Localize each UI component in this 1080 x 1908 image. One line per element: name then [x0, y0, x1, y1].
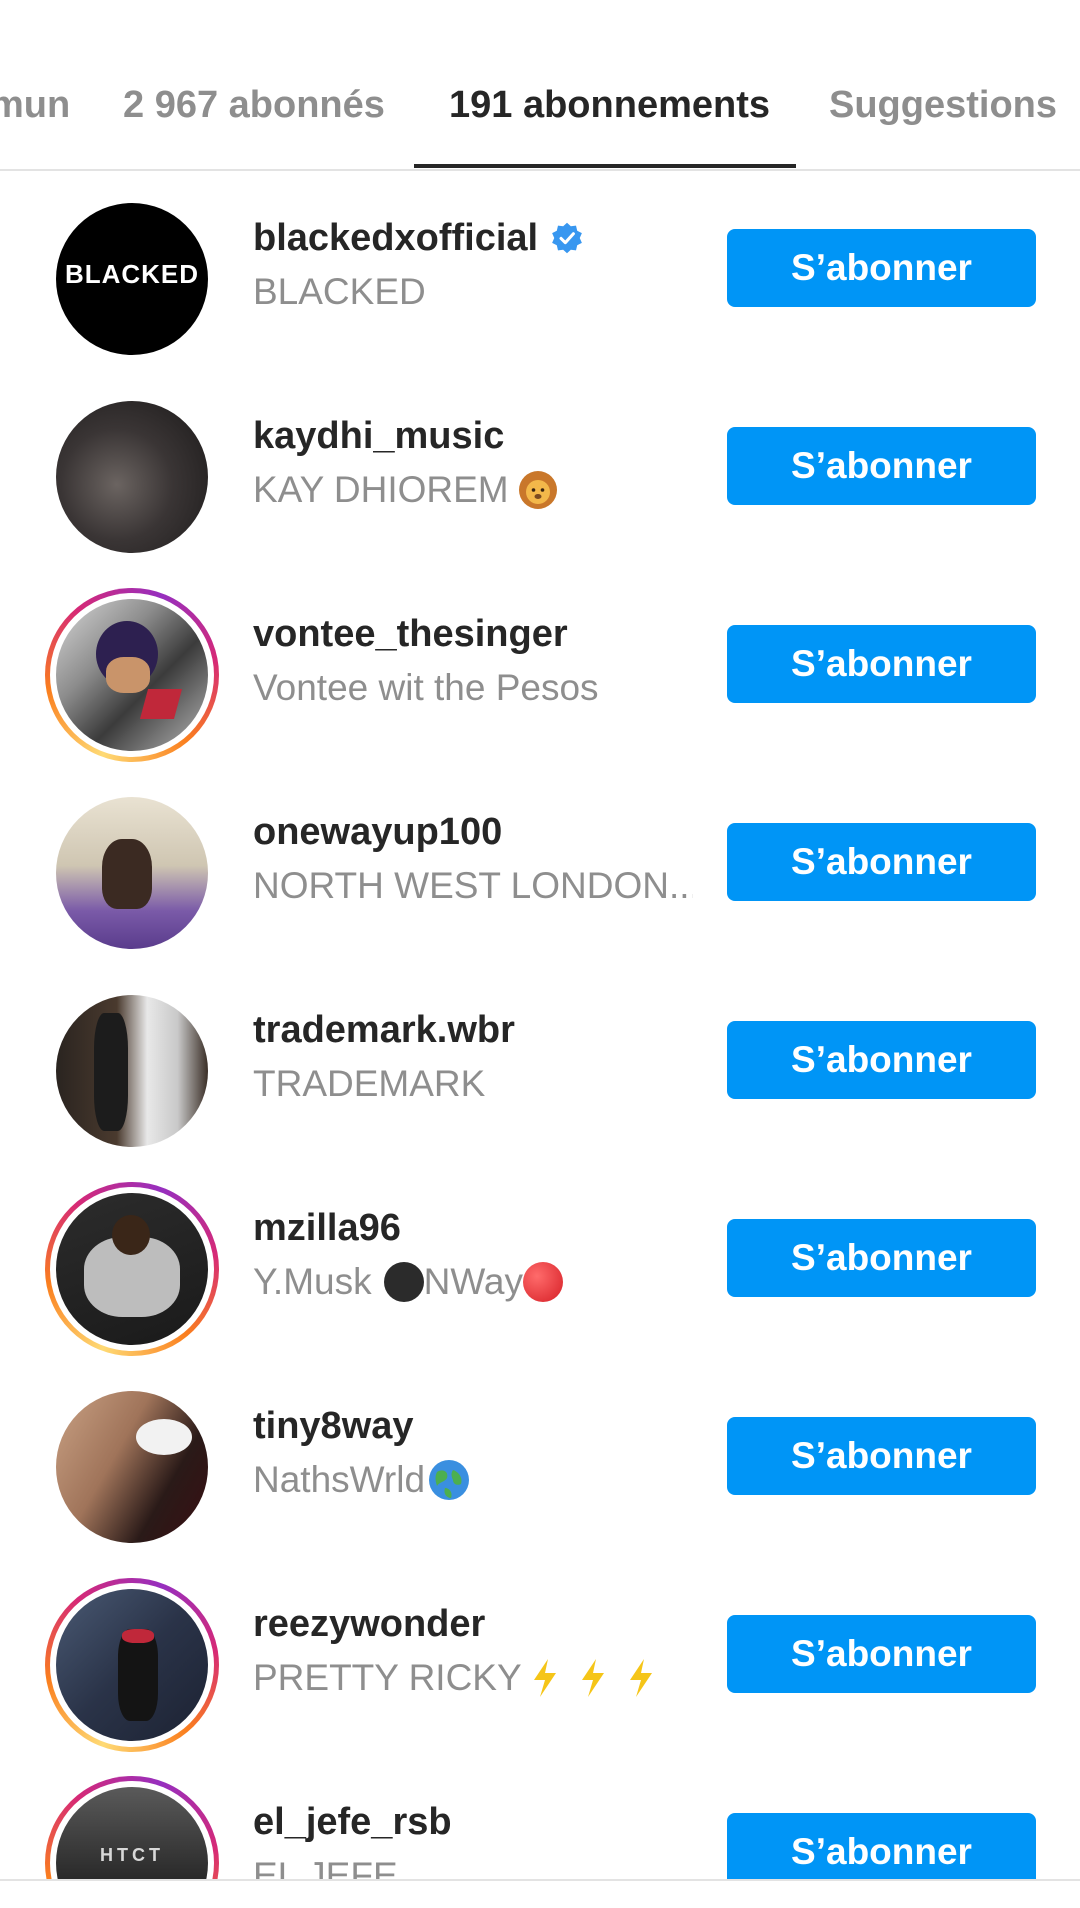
tab-mutual[interactable]: mun	[0, 82, 70, 128]
username[interactable]: kaydhi_music	[253, 413, 504, 459]
following-list: BLACKED blackedxofficial BLACKED S’abonn…	[0, 171, 1080, 1879]
avatar-image	[56, 1193, 208, 1345]
follow-button[interactable]: S’abonner	[727, 229, 1036, 307]
avatar-image	[56, 599, 208, 751]
lightning-emojis-icon	[533, 1659, 652, 1697]
full-name: Y.Musk	[253, 1261, 372, 1302]
follow-button[interactable]: S’abonner	[727, 1813, 1036, 1879]
list-item[interactable]: kaydhi_music KAY DHIOREM S’abonner	[0, 369, 1080, 567]
avatar-image	[56, 1391, 208, 1543]
tab-followers[interactable]: 2 967 abonnés	[123, 82, 385, 128]
avatar-with-story-ring[interactable]	[45, 1182, 219, 1356]
lion-emoji-icon	[518, 471, 557, 509]
avatar-accent	[139, 689, 183, 719]
active-tab-indicator	[414, 164, 796, 168]
username[interactable]: reezywonder	[253, 1601, 485, 1647]
full-name-line: PRETTY RICKY	[253, 1655, 668, 1701]
avatar-with-story-ring[interactable]: HTCT	[45, 1776, 219, 1879]
follow-button[interactable]: S’abonner	[727, 1219, 1036, 1297]
follow-button[interactable]: S’abonner	[727, 1615, 1036, 1693]
follow-button[interactable]: S’abonner	[727, 823, 1036, 901]
username[interactable]: mzilla96	[253, 1205, 401, 1251]
full-name: EL JEFE	[253, 1855, 398, 1879]
full-name: NORTH WEST LONDON...	[253, 865, 693, 906]
full-name: NathsWrld	[253, 1459, 426, 1500]
tab-suggestions[interactable]: Suggestions	[829, 82, 1057, 128]
tabs-bar: mun 2 967 abonnés 191 abonnements Sugges…	[0, 0, 1080, 171]
avatar[interactable]	[45, 390, 219, 564]
full-name: BLACKED	[253, 271, 426, 312]
username[interactable]: tiny8way	[253, 1403, 414, 1449]
username-line[interactable]: tiny8way	[253, 1403, 414, 1449]
avatar[interactable]: BLACKED	[45, 192, 219, 366]
avatar-logo-text: HTCT	[100, 1845, 164, 1865]
full-name: KAY DHIOREM	[253, 469, 509, 510]
avatar-figure	[94, 1013, 128, 1131]
list-item[interactable]: vontee_thesinger Vontee wit the Pesos S’…	[0, 567, 1080, 765]
username[interactable]: vontee_thesinger	[253, 611, 568, 657]
avatar-image	[56, 995, 208, 1147]
username-line[interactable]: onewayup100	[253, 809, 502, 855]
avatar[interactable]	[45, 1380, 219, 1554]
follow-button[interactable]: S’abonner	[727, 1021, 1036, 1099]
avatar-logo-text: BLACKED	[64, 259, 200, 289]
list-item[interactable]: BLACKED blackedxofficial BLACKED S’abonn…	[0, 171, 1080, 369]
full-name: PRETTY RICKY	[253, 1657, 522, 1698]
avatar-image	[56, 1589, 208, 1741]
globe-emoji-icon	[429, 1460, 470, 1500]
follow-button[interactable]: S’abonner	[727, 625, 1036, 703]
red-circle-emoji-icon	[522, 1262, 563, 1302]
avatar[interactable]	[45, 984, 219, 1158]
full-name-line: Y.Musk NWay	[253, 1259, 563, 1305]
full-name-line: KAY DHIOREM	[253, 467, 559, 513]
avatar-face	[112, 1215, 150, 1255]
list-item[interactable]: trademark.wbr TRADEMARK S’abonner	[0, 963, 1080, 1161]
list-item[interactable]: reezywonder PRETTY RICKY S’abonner	[0, 1557, 1080, 1755]
username-line[interactable]: blackedxofficial	[253, 215, 584, 261]
follow-button[interactable]: S’abonner	[727, 427, 1036, 505]
username[interactable]: el_jefe_rsb	[253, 1799, 452, 1845]
avatar-face	[106, 657, 150, 693]
full-name-part: NWay	[423, 1261, 523, 1302]
avatar-image	[56, 401, 208, 553]
username[interactable]: blackedxofficial	[253, 215, 538, 261]
full-name-line: NathsWrld	[253, 1457, 471, 1503]
follow-button[interactable]: S’abonner	[727, 1417, 1036, 1495]
avatar-figure	[102, 839, 152, 909]
username-line[interactable]: mzilla96	[253, 1205, 401, 1251]
username-line[interactable]: reezywonder	[253, 1601, 485, 1647]
black-circle-emoji-icon	[383, 1262, 424, 1302]
avatar-image	[56, 797, 208, 949]
verified-badge-icon	[552, 222, 582, 254]
full-name: TRADEMARK	[253, 1063, 486, 1104]
username-line[interactable]: kaydhi_music	[253, 413, 504, 459]
avatar[interactable]	[45, 786, 219, 960]
bottom-edge	[0, 1879, 1080, 1908]
list-item[interactable]: HTCT el_jefe_rsb EL JEFE S’abonner	[0, 1755, 1080, 1879]
avatar-image: BLACKED	[56, 203, 208, 355]
tab-following[interactable]: 191 abonnements	[449, 82, 770, 128]
username[interactable]: trademark.wbr	[253, 1007, 515, 1053]
username[interactable]: onewayup100	[253, 809, 502, 855]
username-line[interactable]: trademark.wbr	[253, 1007, 515, 1053]
avatar-hat	[122, 1629, 154, 1643]
avatar-with-story-ring[interactable]	[45, 1578, 219, 1752]
list-item[interactable]: tiny8way NathsWrld S’abonner	[0, 1359, 1080, 1557]
full-name: Vontee wit the Pesos	[253, 667, 599, 708]
username-line[interactable]: vontee_thesinger	[253, 611, 568, 657]
avatar-smile	[136, 1419, 192, 1455]
list-item[interactable]: onewayup100 NORTH WEST LONDON... S’abonn…	[0, 765, 1080, 963]
username-line[interactable]: el_jefe_rsb	[253, 1799, 452, 1845]
list-item[interactable]: mzilla96 Y.Musk NWay S’abonner	[0, 1161, 1080, 1359]
avatar-with-story-ring[interactable]	[45, 588, 219, 762]
